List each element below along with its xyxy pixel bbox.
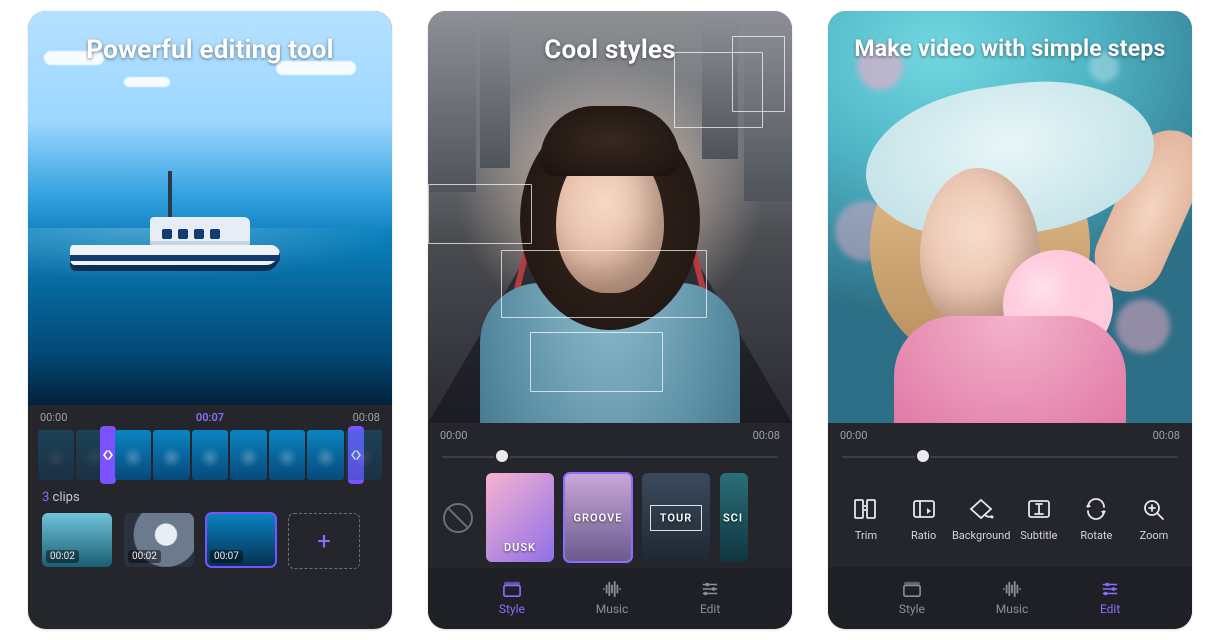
clip-thumb-1[interactable]: 00:02 [42, 513, 112, 567]
scrubber-knob[interactable] [917, 450, 929, 462]
clip-duration: 00:02 [46, 550, 79, 563]
hero-title: Powerful editing tool [28, 35, 392, 65]
nav-music[interactable]: Music [596, 580, 628, 616]
timeline-labels: 00:00 00:08 [428, 423, 792, 446]
time-current: 00:07 [196, 411, 224, 424]
clips-count-label: 3 clips [28, 486, 392, 509]
plus-icon: + [317, 527, 331, 555]
background-icon [967, 495, 995, 523]
time-end: 00:08 [753, 429, 780, 442]
tool-trim[interactable]: Trim [842, 495, 890, 542]
bottom-nav: Style Music Edit [828, 567, 1192, 629]
style-card-sci[interactable]: SCI [720, 473, 748, 562]
style-name: SCI [720, 511, 748, 524]
no-style-icon [443, 503, 473, 533]
style-name: TOUR [642, 511, 710, 524]
time-end: 00:08 [353, 411, 380, 424]
nav-edit[interactable]: Edit [699, 580, 721, 616]
clip-duration: 00:02 [128, 550, 161, 563]
bottom-nav: Style Music Edit [428, 568, 792, 629]
screenshot-3: Make video with simple steps 00:00 00:08… [828, 11, 1192, 629]
time-end: 00:08 [1153, 429, 1180, 442]
rotate-icon [1082, 495, 1110, 523]
clip-duration: 00:07 [210, 550, 243, 563]
tool-ratio[interactable]: Ratio [900, 495, 948, 542]
style-card-dusk[interactable]: DUSK [486, 473, 554, 562]
time-start: 00:00 [440, 429, 467, 442]
trim-handle-left[interactable] [100, 426, 116, 484]
sliders-icon [1099, 580, 1121, 598]
style-presets: DUSK GROOVE TOUR SCI [428, 467, 792, 568]
tool-zoom[interactable]: Zoom [1130, 495, 1178, 542]
nav-music[interactable]: Music [996, 580, 1028, 616]
style-icon [901, 580, 923, 598]
tool-subtitle[interactable]: Subtitle [1015, 495, 1063, 542]
scrubber[interactable] [842, 450, 1178, 461]
hero-illustration-boat [70, 181, 280, 271]
time-start: 00:00 [40, 411, 67, 424]
time-start: 00:00 [840, 429, 867, 442]
zoom-icon [1140, 495, 1168, 523]
nav-edit[interactable]: Edit [1099, 580, 1121, 616]
add-clip-button[interactable]: + [288, 513, 360, 569]
screenshot-2: Cool styles 00:00 00:08 DUSK GROOVE TOUR… [428, 11, 792, 629]
preview-video[interactable]: Powerful editing tool [28, 11, 392, 405]
clip-thumb-2[interactable]: 00:02 [124, 513, 194, 567]
style-none-button[interactable] [440, 473, 476, 562]
scrubber[interactable] [442, 450, 778, 461]
tool-rotate[interactable]: Rotate [1072, 495, 1120, 542]
trim-icon [852, 495, 880, 523]
preview-video[interactable]: Cool styles [428, 11, 792, 423]
trim-filmstrip[interactable] [38, 430, 382, 480]
nav-style[interactable]: Style [499, 580, 525, 616]
clip-thumb-3[interactable]: 00:07 [206, 513, 276, 567]
scrubber-knob[interactable] [496, 450, 508, 462]
style-name: DUSK [486, 541, 554, 554]
music-icon [601, 580, 623, 598]
subtitle-icon [1025, 495, 1053, 523]
edit-tools: Trim Ratio Background Subtitle Rotate Zo… [828, 467, 1192, 566]
preview-video[interactable]: Make video with simple steps [828, 11, 1192, 423]
sliders-icon [699, 580, 721, 598]
music-icon [1001, 580, 1023, 598]
style-card-tour[interactable]: TOUR [642, 473, 710, 562]
ratio-icon [910, 495, 938, 523]
clips-list: 00:02 00:02 00:07 + [28, 509, 392, 581]
nav-style[interactable]: Style [899, 580, 925, 616]
screenshot-1: Powerful editing tool 00:00 00:07 00:08 … [28, 11, 392, 629]
timeline-labels: 00:00 00:08 [828, 423, 1192, 446]
timeline-labels: 00:00 00:07 00:08 [28, 405, 392, 428]
hero-title: Cool styles [428, 35, 792, 65]
hero-title: Make video with simple steps [828, 35, 1192, 62]
style-icon [501, 580, 523, 598]
style-card-groove[interactable]: GROOVE [564, 473, 632, 562]
style-name: GROOVE [564, 511, 632, 524]
tool-background[interactable]: Background [957, 495, 1005, 542]
